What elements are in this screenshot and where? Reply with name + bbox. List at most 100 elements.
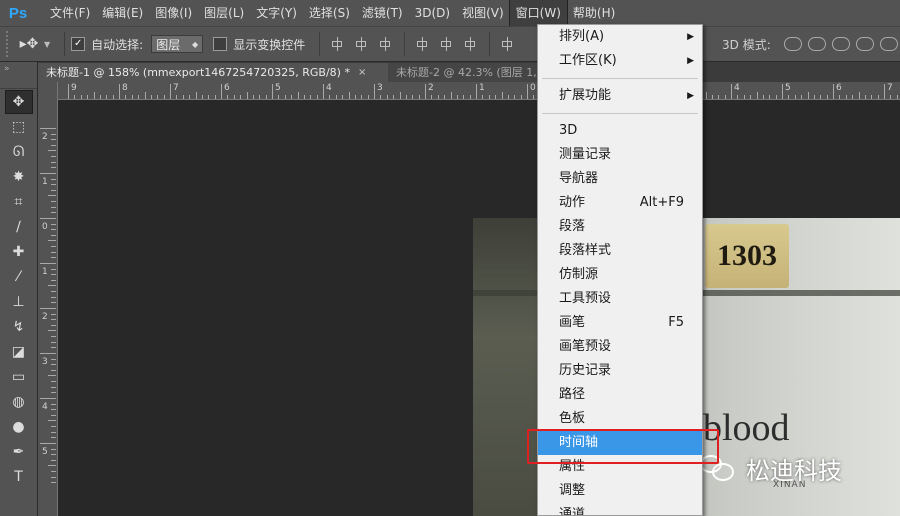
menu-7[interactable]: 3D(D) — [409, 0, 456, 26]
3d-slide-icon[interactable] — [855, 37, 874, 51]
3d-scale-icon[interactable] — [879, 37, 898, 51]
menu-9[interactable]: 窗口(W) — [508, 0, 568, 27]
eyedropper-tool-icon[interactable]: ∕ — [5, 215, 33, 239]
3d-roll-icon[interactable] — [807, 37, 826, 51]
brush-tool-icon[interactable]: ⁄ — [5, 265, 33, 289]
window-menu-item[interactable]: 历史记录 — [538, 359, 702, 383]
window-menu-item[interactable]: 段落 — [538, 215, 702, 239]
window-menu-item[interactable]: 工具预设 — [538, 287, 702, 311]
auto-select-dropdown[interactable]: 图层 ◆ — [151, 35, 204, 53]
align-vcenter-icon[interactable] — [354, 37, 370, 51]
show-transform-checkbox[interactable] — [213, 37, 228, 51]
options-grip[interactable] — [6, 31, 14, 57]
3d-pan-icon[interactable] — [831, 37, 850, 51]
magic-wand-tool-icon[interactable]: ✸ — [5, 165, 33, 189]
close-icon[interactable]: × — [358, 63, 366, 82]
window-menu-item[interactable]: 段落样式 — [538, 239, 702, 263]
ruler-tick — [119, 84, 120, 99]
window-menu-item[interactable]: 测量记录 — [538, 143, 702, 167]
ruler-tick — [476, 84, 477, 99]
horizontal-ruler[interactable]: 98765432101234567 — [58, 82, 900, 100]
window-menu-item[interactable]: 画笔预设 — [538, 335, 702, 359]
photoshop-logo: Ps — [8, 4, 28, 22]
align-bottom-icon[interactable] — [378, 37, 394, 51]
ruler-label: 7 — [887, 83, 893, 93]
menu-separator — [542, 113, 698, 114]
ruler-minor-tick — [144, 92, 146, 99]
ruler-label: 0 — [42, 222, 48, 232]
history-brush-tool-icon[interactable]: ↯ — [5, 315, 33, 339]
divider — [319, 32, 321, 56]
ruler-tick — [40, 128, 56, 129]
menu-item-label: 扩展功能 — [559, 88, 612, 103]
vertical-ruler[interactable]: 2 1 0 1 2 3 4 5 — [38, 82, 58, 516]
menu-4[interactable]: 文字(Y) — [250, 0, 303, 26]
ruler-minor-tick — [51, 201, 56, 202]
window-menu-item[interactable]: 扩展功能 ▶ — [538, 84, 702, 108]
menu-2[interactable]: 图像(I) — [149, 0, 198, 26]
marquee-tool-icon[interactable]: ⬚ — [5, 115, 33, 139]
window-menu-item[interactable]: 3D — [538, 119, 702, 143]
window-menu-item[interactable]: 动作 Alt+F9 — [538, 191, 702, 215]
ruler-label: 3 — [377, 83, 383, 93]
menu-0[interactable]: 文件(F) — [44, 0, 96, 26]
divider — [64, 32, 66, 56]
dodge-tool-icon[interactable]: ● — [5, 415, 33, 439]
3d-mode-label: 3D 模式: — [722, 37, 771, 52]
window-menu-item[interactable]: 色板 — [538, 407, 702, 431]
window-menu-item[interactable]: 工作区(K) ▶ — [538, 49, 702, 73]
window-menu-item[interactable]: 导航器 — [538, 167, 702, 191]
ruler-minor-tick — [48, 330, 56, 332]
menu-8[interactable]: 视图(V) — [456, 0, 510, 26]
menu-10[interactable]: 帮助(H) — [567, 0, 621, 26]
auto-select-checkbox[interactable]: ✓ — [71, 37, 86, 51]
ruler-tick — [40, 398, 56, 399]
ruler-minor-tick — [48, 375, 56, 377]
ruler-tick — [40, 263, 56, 264]
ruler-minor-tick — [51, 291, 56, 292]
pen-tool-icon[interactable]: ✒ — [5, 440, 33, 464]
menu-6[interactable]: 滤镜(T) — [356, 0, 409, 26]
ruler-minor-tick — [51, 414, 56, 416]
menu-item-label: 历史记录 — [559, 363, 612, 378]
crop-tool-icon[interactable]: ⌗ — [5, 190, 33, 214]
window-menu-item[interactable]: 排列(A) ▶ — [538, 25, 702, 49]
window-menu-item[interactable]: 仿制源 — [538, 263, 702, 287]
menu-1[interactable]: 编辑(E) — [96, 0, 149, 26]
menu-3[interactable]: 图层(L) — [198, 0, 250, 26]
lasso-tool-icon[interactable]: ᘏ — [5, 140, 33, 164]
tab-document-1[interactable]: 未标题-1 @ 158% (mmexport1467254720325, RGB… — [38, 63, 388, 82]
3d-orbit-icon[interactable] — [783, 37, 802, 51]
gradient-tool-icon[interactable]: ▭ — [5, 365, 33, 389]
ruler-minor-tick — [501, 92, 503, 99]
align-right-icon[interactable] — [463, 37, 479, 51]
blur-tool-icon[interactable]: ◍ — [5, 390, 33, 414]
eraser-tool-icon[interactable]: ◪ — [5, 340, 33, 364]
ruler-tick — [272, 84, 273, 99]
ruler-tick — [40, 443, 56, 444]
ruler-label: 4 — [42, 402, 48, 412]
menu-item-label: 画笔 — [559, 315, 586, 330]
ruler-label: 5 — [275, 83, 281, 93]
distribute-top-icon[interactable] — [500, 37, 516, 51]
image-left-shadow — [473, 218, 543, 516]
clone-stamp-tool-icon[interactable]: ⊥ — [5, 290, 33, 314]
window-menu-item[interactable]: 通道 — [538, 503, 702, 515]
ruler-minor-tick — [858, 92, 860, 99]
type-tool-icon[interactable]: T — [5, 465, 33, 489]
menu-5[interactable]: 选择(S) — [303, 0, 356, 26]
auto-select-label: 自动选择: — [91, 37, 144, 52]
healing-brush-tool-icon[interactable]: ✚ — [5, 240, 33, 264]
window-menu-item[interactable]: 画笔 F5 — [538, 311, 702, 335]
window-menu-item[interactable]: 路径 — [538, 383, 702, 407]
move-tool-icon[interactable]: ✥ — [4, 90, 33, 114]
ruler-minor-tick — [51, 392, 56, 394]
chevron-down-icon[interactable]: ▼ — [44, 40, 50, 49]
window-menu-item[interactable]: 调整 — [538, 479, 702, 503]
align-left-icon[interactable] — [415, 37, 431, 51]
tools-collapse-icon[interactable]: » — [0, 62, 37, 89]
submenu-arrow-icon: ▶ — [687, 32, 694, 42]
align-top-icon[interactable] — [330, 37, 346, 51]
align-hcenter-icon[interactable] — [439, 37, 455, 51]
move-tool-preset-icon[interactable]: ▸✥ — [14, 36, 44, 52]
